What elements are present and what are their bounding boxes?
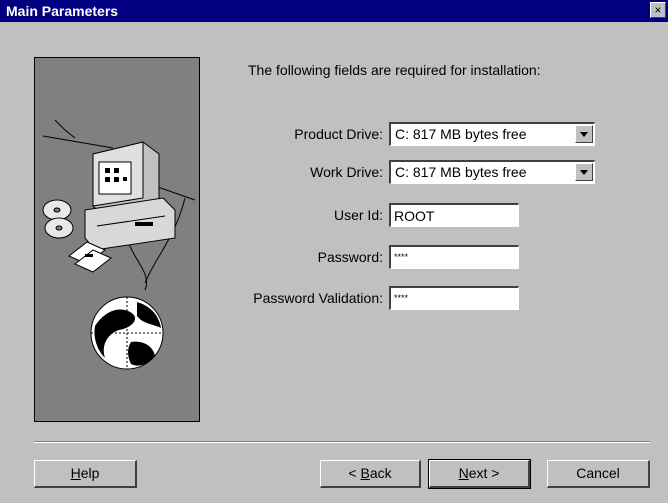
- next-mnemonic: N: [458, 465, 469, 481]
- password-label: Password:: [317, 249, 383, 265]
- next-button[interactable]: Next >: [428, 459, 531, 489]
- cancel-button[interactable]: Cancel: [547, 460, 650, 488]
- title-bar: Main Parameters ×: [0, 0, 668, 22]
- help-mnemonic: H: [70, 465, 81, 481]
- button-divider: [34, 441, 650, 443]
- cd-disc-icon: [42, 199, 74, 239]
- help-label: elp: [80, 465, 100, 481]
- product-drive-value: C: 817 MB bytes free: [395, 126, 527, 142]
- password-validation-input[interactable]: [389, 286, 519, 310]
- work-drive-label: Work Drive:: [310, 164, 383, 180]
- help-button[interactable]: Help: [34, 460, 137, 488]
- back-label: ack: [369, 465, 392, 481]
- chevron-down-icon[interactable]: [575, 163, 593, 181]
- next-label: ext >: [468, 465, 500, 481]
- side-illustration-panel: [34, 57, 200, 422]
- computer-icon: [84, 141, 176, 251]
- window-title: Main Parameters: [6, 3, 119, 19]
- intro-text: The following fields are required for in…: [248, 62, 541, 78]
- password-validation-label: Password Validation:: [253, 290, 383, 306]
- user-id-label: User Id:: [333, 207, 383, 223]
- user-id-input[interactable]: [389, 203, 519, 227]
- product-drive-select[interactable]: C: 817 MB bytes free: [389, 122, 595, 146]
- chevron-down-icon[interactable]: [575, 125, 593, 143]
- close-icon[interactable]: ×: [650, 2, 666, 18]
- globe-icon: [90, 296, 164, 370]
- work-drive-select[interactable]: C: 817 MB bytes free: [389, 160, 595, 184]
- work-drive-value: C: 817 MB bytes free: [395, 164, 527, 180]
- back-button[interactable]: < Back: [320, 460, 421, 488]
- password-input[interactable]: [389, 245, 519, 269]
- product-drive-label: Product Drive:: [294, 126, 383, 142]
- back-prefix: <: [348, 465, 361, 481]
- back-mnemonic: B: [360, 465, 370, 481]
